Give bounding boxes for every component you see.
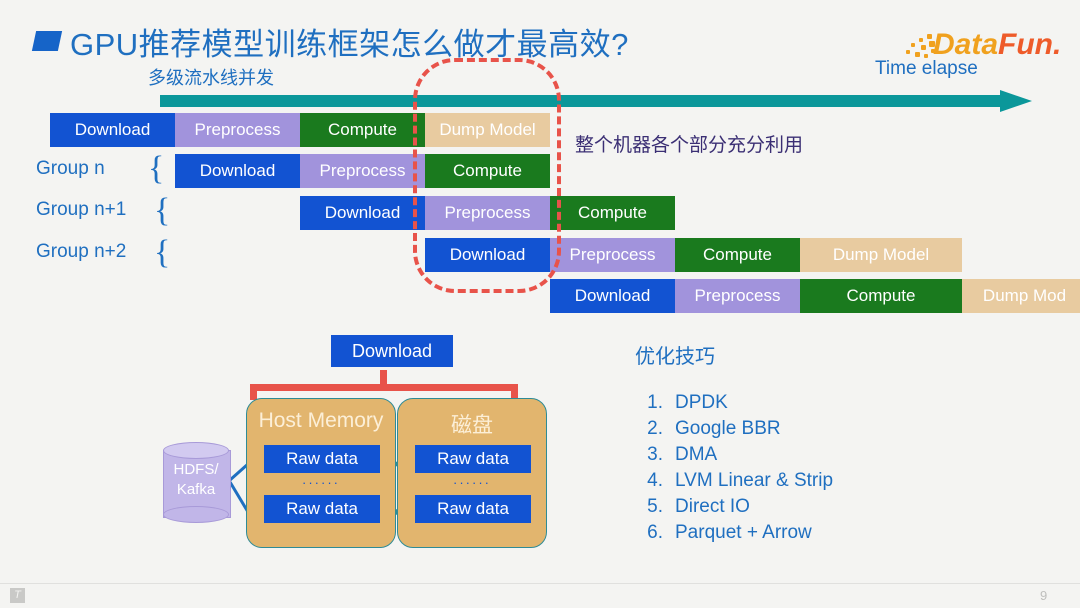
group-brace-icon: { bbox=[154, 234, 171, 271]
footer-divider bbox=[0, 583, 1080, 584]
list-item-number: 4. bbox=[647, 470, 663, 491]
pipeline-segment: Download bbox=[50, 113, 175, 147]
list-item: 3. DMA bbox=[633, 442, 833, 468]
pipeline-segment: Preprocess bbox=[300, 154, 425, 188]
list-item: 4. LVM Linear & Strip bbox=[633, 468, 833, 494]
pipeline-segment: Compute bbox=[800, 279, 962, 313]
list-item-label: Parquet + Arrow bbox=[675, 522, 812, 543]
list-item-number: 5. bbox=[647, 496, 663, 517]
disk-title: 磁盘 bbox=[451, 414, 493, 437]
time-axis-label: Time elapse bbox=[875, 58, 978, 79]
list-item-label: Google BBR bbox=[675, 418, 781, 439]
pipeline-segment: Preprocess bbox=[550, 238, 675, 272]
raw-data-item: Raw data bbox=[264, 445, 380, 473]
page-title: GPU推荐模型训练框架怎么做才最高效? bbox=[70, 27, 629, 62]
title-bullet-icon bbox=[31, 31, 63, 51]
source-label-line1: HDFS/ bbox=[173, 461, 219, 478]
raw-data-item: Raw data bbox=[415, 495, 531, 523]
pipeline-note: 整个机器各个部分充分利用 bbox=[575, 135, 804, 156]
raw-data-ellipsis: ······ bbox=[302, 475, 340, 490]
pipeline-segment: Compute bbox=[300, 113, 425, 147]
list-item-number: 3. bbox=[647, 444, 663, 465]
raw-data-item: Raw data bbox=[415, 445, 531, 473]
slide-canvas: GPU推荐模型训练框架怎么做才最高效? 多级流水线并发 DataFun. Tim… bbox=[0, 0, 1080, 608]
raw-data-item: Raw data bbox=[264, 495, 380, 523]
list-item-label: DMA bbox=[675, 444, 718, 465]
watermark-icon: T bbox=[10, 588, 25, 603]
disk-box: 磁盘 Raw data ······ Raw data bbox=[397, 398, 547, 548]
list-item: 5. Direct IO bbox=[633, 494, 833, 520]
pipeline-segment: Compute bbox=[550, 196, 675, 230]
list-item-label: Direct IO bbox=[675, 496, 750, 517]
group-brace-icon: { bbox=[148, 150, 165, 187]
data-source-cylinder-icon: HDFS/ Kafka bbox=[163, 442, 231, 524]
pipeline-highlight-box bbox=[413, 58, 561, 293]
list-item: 2. Google BBR bbox=[633, 416, 833, 442]
pipeline-segment: Download bbox=[300, 196, 425, 230]
pipeline-segment: Compute bbox=[675, 238, 800, 272]
raw-data-ellipsis: ······ bbox=[453, 475, 491, 490]
tips-list: 1. DPDK 2. Google BBR 3. DMA 4. LVM Line… bbox=[633, 390, 833, 546]
list-item-number: 2. bbox=[647, 418, 663, 439]
list-item: 1. DPDK bbox=[633, 390, 833, 416]
source-label-line2: Kafka bbox=[176, 481, 216, 498]
group-brace-icon: { bbox=[154, 192, 171, 229]
pipeline-segment: Download bbox=[175, 154, 300, 188]
pipeline-segment: Dump Model bbox=[800, 238, 962, 272]
group-label-n1: Group n+1 bbox=[36, 199, 127, 220]
time-arrow-icon bbox=[160, 90, 1032, 112]
page-number: 9 bbox=[1040, 588, 1048, 603]
list-item-label: DPDK bbox=[675, 392, 728, 413]
pipeline-segment: Dump Mod bbox=[962, 279, 1080, 313]
list-item-number: 1. bbox=[647, 392, 663, 413]
logo-text-data: Data bbox=[933, 28, 999, 61]
list-item: 6. Parquet + Arrow bbox=[633, 520, 833, 546]
tips-title: 优化技巧 bbox=[635, 346, 715, 368]
group-label-n: Group n bbox=[36, 158, 105, 179]
logo-text-fun: Fun. bbox=[998, 28, 1062, 61]
download-node: Download bbox=[331, 335, 453, 367]
list-item-number: 6. bbox=[647, 522, 663, 543]
pipeline-segment: Preprocess bbox=[675, 279, 800, 313]
list-item-label: LVM Linear & Strip bbox=[675, 470, 834, 491]
host-memory-box: Host Memory Raw data ······ Raw data bbox=[246, 398, 396, 548]
host-memory-title: Host Memory bbox=[258, 409, 384, 432]
pipeline-segment: Preprocess bbox=[175, 113, 300, 147]
download-bracket-icon bbox=[250, 370, 518, 400]
page-subtitle: 多级流水线并发 bbox=[148, 68, 274, 88]
pipeline-segment: Download bbox=[550, 279, 675, 313]
group-label-n2: Group n+2 bbox=[36, 241, 127, 262]
logo-wordmark: DataFun. bbox=[933, 28, 1061, 62]
